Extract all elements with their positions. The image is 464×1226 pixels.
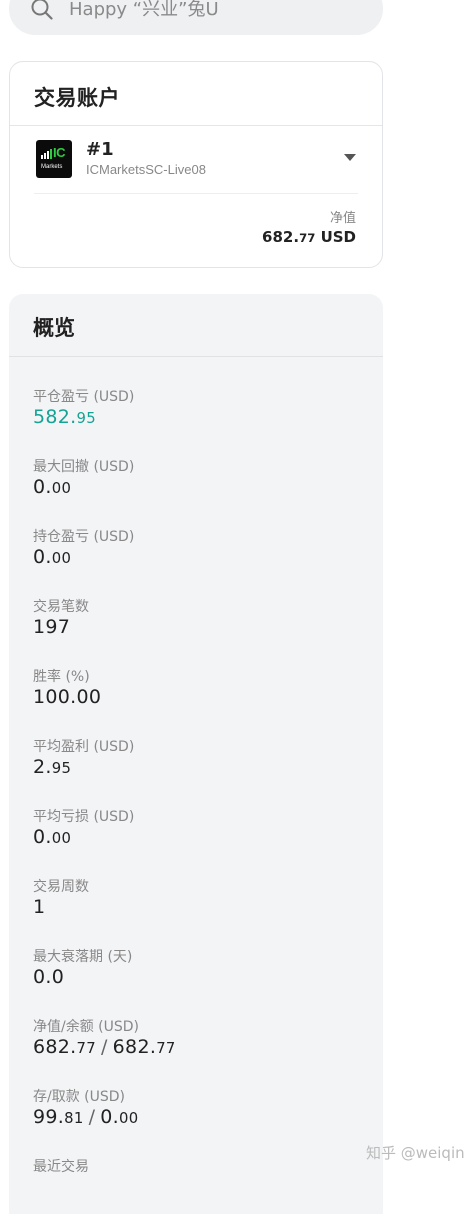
metric-avg-loss: 平均亏损 (USD) 0.00 — [33, 809, 135, 848]
metrics-list: 平仓盈亏 (USD) 582.95 最大回撤 (USD) 0.00 持仓盈亏 (… — [33, 386, 363, 1226]
metric-win-rate: 胜率 (%) 100.00 — [33, 669, 102, 708]
card-title: 交易账户 — [34, 86, 120, 110]
search-icon — [31, 0, 53, 20]
watermark: 知乎 @weiqing — [366, 1144, 464, 1162]
account-number: #1 — [86, 139, 114, 160]
broker-logo-text: IC — [53, 145, 66, 160]
search-input[interactable] — [69, 0, 359, 23]
divider — [9, 356, 383, 357]
bars-icon — [41, 149, 52, 159]
account-selector[interactable]: IC Markets #1 ICMarketsSC-Live08 — [34, 139, 358, 180]
divider — [10, 125, 382, 126]
metric-recent-trade: 最近交易 — [33, 1159, 89, 1175]
overview-title: 概览 — [33, 316, 75, 340]
metric-deposits-withdrawals: 存/取款 (USD) 99.81/0.00 — [33, 1089, 139, 1128]
metric-closed-pnl: 平仓盈亏 (USD) 582.95 — [33, 389, 135, 428]
account-server: ICMarketsSC-Live08 — [86, 162, 206, 177]
metric-max-drawdown: 最大回撤 (USD) 0.00 — [33, 459, 135, 498]
caret-down-icon[interactable] — [344, 154, 356, 162]
divider — [34, 193, 358, 194]
metric-trade-count: 交易笔数 197 — [33, 599, 89, 638]
broker-logo: IC Markets — [36, 140, 72, 178]
metric-avg-profit: 平均盈利 (USD) 2.95 — [33, 739, 135, 778]
equity-value: 682.77 USD — [262, 228, 356, 246]
search-bar[interactable] — [9, 0, 383, 35]
metric-equity-balance: 净值/余额 (USD) 682.77/682.77 — [33, 1019, 176, 1058]
metric-open-pnl: 持仓盈亏 (USD) 0.00 — [33, 529, 135, 568]
overview-panel: 概览 平仓盈亏 (USD) 582.95 最大回撤 (USD) 0.00 持仓盈… — [9, 294, 383, 1214]
metric-trading-weeks: 交易周数 1 — [33, 879, 89, 918]
equity-label: 净值 — [329, 211, 356, 226]
broker-logo-subtext: Markets — [41, 164, 63, 170]
trading-account-card: 交易账户 IC Markets #1 ICMarketsSC-Live08 净值… — [9, 61, 383, 268]
metric-max-decline-period: 最大衰落期 (天) 0.0 — [33, 949, 133, 988]
